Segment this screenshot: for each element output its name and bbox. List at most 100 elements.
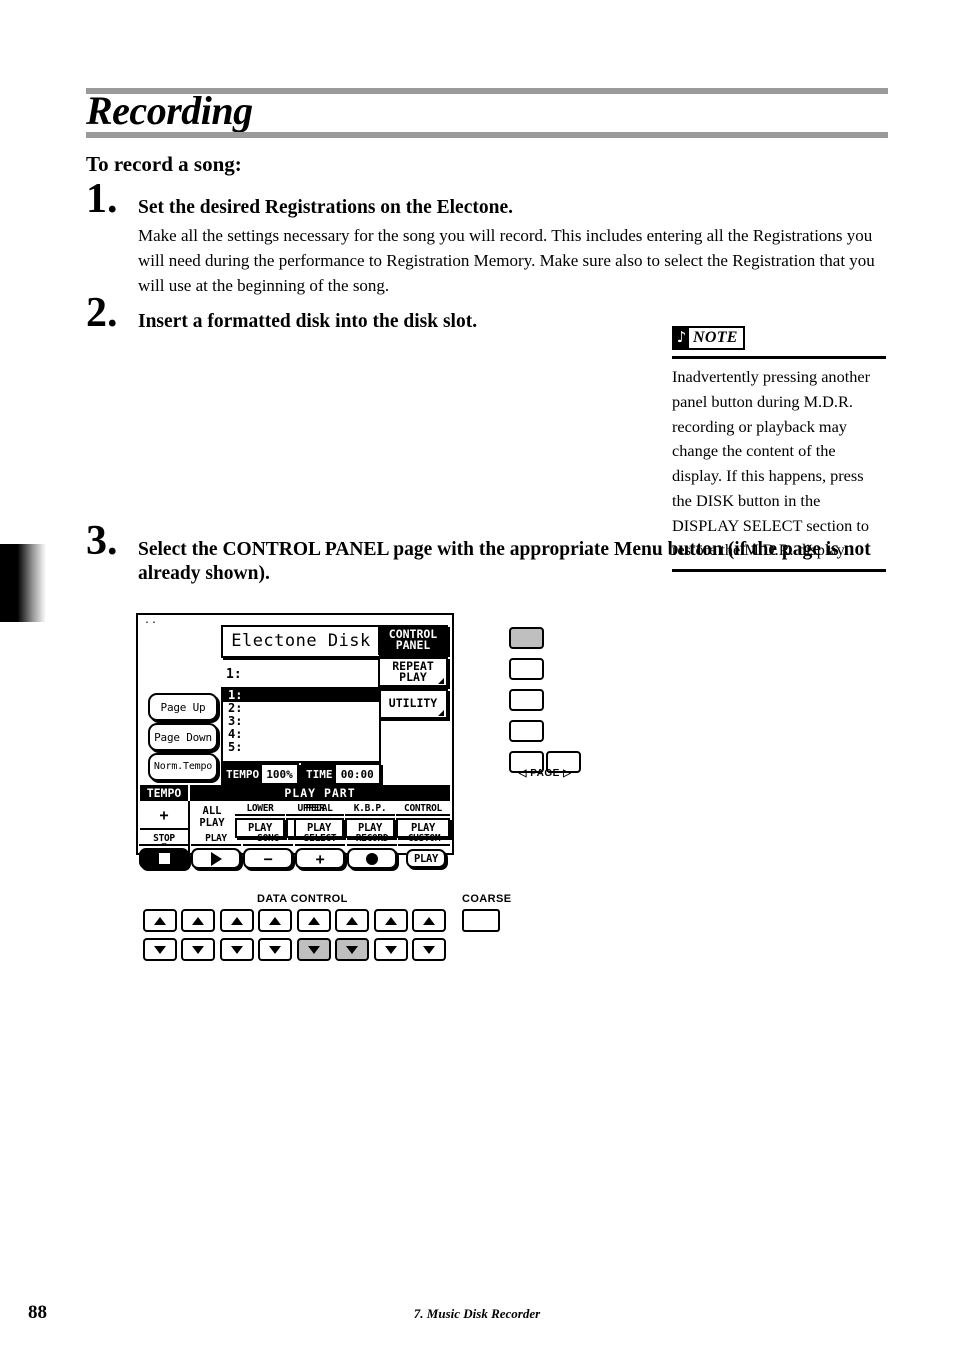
data-control-up-8[interactable] [412, 909, 446, 932]
data-control-label: DATA CONTROL [257, 893, 348, 905]
panel-menu-button-3[interactable] [509, 689, 544, 711]
title-rule-bottom [86, 132, 888, 138]
lcd-transport-custom-play[interactable]: PLAY [406, 849, 446, 868]
triangle-down-icon [192, 945, 204, 954]
lcd-tempo-meter: TEMPO 100% [221, 763, 299, 785]
lcd-song-list[interactable]: 1: 2: 3: 4: 5: [221, 687, 381, 763]
lcd-section-bar: TEMPO PLAY PART [140, 785, 450, 801]
lcd-transport-stop-caption: STOP [139, 833, 189, 846]
step-3: 3. Select the CONTROL PANEL page with th… [86, 520, 886, 587]
lcd-menu-utility-label: UTILITY [388, 696, 438, 711]
step-1-text: Make all the settings necessary for the … [138, 226, 875, 295]
data-control-up-7[interactable] [374, 909, 408, 932]
corner-fold-icon [438, 710, 444, 716]
triangle-down-icon [346, 945, 358, 954]
data-control-down-1[interactable] [143, 938, 177, 961]
note-tag: ♪ NOTE [672, 326, 745, 350]
triangle-left-icon: ◁ [518, 768, 527, 779]
lcd-song-list-item[interactable]: 3: [223, 715, 379, 728]
triangle-down-icon [154, 945, 166, 954]
panel-menu-button-1[interactable] [509, 627, 544, 649]
data-control-up-1[interactable] [143, 909, 177, 932]
lcd-button-page-down[interactable]: Page Down [148, 723, 218, 751]
section-subheading: To record a song: [86, 152, 242, 176]
lcd-transport-custom[interactable]: CUSTOM PLAY [398, 833, 450, 868]
lcd-transport-stop[interactable]: STOP [139, 833, 189, 869]
lcd-transport-stop-button[interactable] [139, 848, 189, 869]
data-control-down-3[interactable] [220, 938, 254, 961]
triangle-up-icon [269, 916, 281, 925]
lcd-time-meter: TIME 00:00 [301, 763, 381, 785]
lcd-menu-utility[interactable]: UTILITY [378, 689, 448, 719]
panel-page-label-row: ◁ PAGE ▷ [511, 768, 579, 779]
plus-icon: + [315, 849, 325, 868]
lcd-current-song-label: 1: [226, 667, 242, 682]
lcd-song-plus-button[interactable]: + [295, 848, 345, 869]
lcd-song-minus[interactable]: SONG − [243, 833, 293, 869]
data-control-down-2[interactable] [181, 938, 215, 961]
minus-icon: − [263, 849, 273, 868]
data-control-up-3[interactable] [220, 909, 254, 932]
data-control-down-4[interactable] [258, 938, 292, 961]
data-control-up-4[interactable] [258, 909, 292, 932]
step-3-number: 3. [86, 518, 118, 564]
lcd-menu-control-panel[interactable]: CONTROL PANEL [378, 625, 448, 655]
lcd-part-all-play[interactable]: ALL PLAY [190, 805, 234, 829]
triangle-up-icon [308, 916, 320, 925]
lcd-part-pedal-caption: PEDAL [294, 803, 344, 816]
lcd-transport-record[interactable]: RECORD [347, 833, 397, 869]
triangle-down-icon [231, 945, 243, 954]
lcd-menu-repeat-play-line2: PLAY [399, 670, 427, 684]
lcd-song-list-item[interactable]: 4: [223, 728, 379, 741]
data-control-up-2[interactable] [181, 909, 215, 932]
step-2-number: 2. [86, 290, 118, 336]
lcd-button-norm-tempo[interactable]: Norm.Tempo [148, 753, 218, 781]
lcd-song-list-item[interactable]: 1: [223, 689, 379, 702]
triangle-down-icon [308, 945, 320, 954]
triangle-up-icon [423, 916, 435, 925]
lcd-transport-record-caption: RECORD [347, 833, 397, 846]
data-control-down-6[interactable] [335, 938, 369, 961]
triangle-up-icon [154, 916, 166, 925]
lcd-song-list-item[interactable]: 5: [223, 741, 379, 754]
lcd-part-control-caption: CONTROL [396, 803, 450, 816]
corner-fold-icon [438, 646, 444, 652]
triangle-down-icon [423, 945, 435, 954]
step-1: 1. Set the desired Registrations on the … [86, 178, 886, 298]
lcd-transport-play[interactable]: PLAY [191, 833, 241, 869]
lcd-song-minus-button[interactable]: − [243, 848, 293, 869]
note-box: ♪ NOTE Inadvertently pressing another pa… [672, 326, 886, 573]
lcd-song-plus[interactable]: SELECT + [295, 833, 345, 869]
lcd-tempo-plus-button[interactable]: + [140, 801, 188, 830]
lcd-time-meter-value: 00:00 [335, 765, 379, 783]
lcd-disk-title: Electone Disk [221, 625, 381, 658]
data-control-up-6[interactable] [335, 909, 369, 932]
stop-square-icon [158, 853, 170, 864]
lcd-transport-play-caption: PLAY [191, 833, 241, 846]
lcd-button-page-up[interactable]: Page Up [148, 693, 218, 721]
record-dot-icon [366, 852, 378, 865]
data-control-down-8[interactable] [412, 938, 446, 961]
panel-menu-button-2[interactable] [509, 658, 544, 680]
lcd-corner-dots: .. [144, 615, 159, 626]
lcd-transport-record-button[interactable] [347, 848, 397, 869]
panel-menu-button-4[interactable] [509, 720, 544, 742]
footer-text: 7. Music Disk Recorder [413, 1306, 541, 1321]
panel-page-label: PAGE [530, 768, 560, 779]
coarse-button[interactable] [462, 909, 500, 932]
lcd-song-list-item[interactable]: 2: [223, 702, 379, 715]
coarse-label: COARSE [462, 893, 512, 905]
step-1-number: 1. [86, 176, 118, 222]
lcd-menu-control-panel-line2: PANEL [395, 638, 431, 652]
data-control-up-5[interactable] [297, 909, 331, 932]
data-control-down-7[interactable] [374, 938, 408, 961]
lcd-tempo-meter-key: TEMPO [223, 765, 263, 783]
document-page: Recording To record a song: 1. Set the d… [0, 0, 954, 1349]
lcd-transport-play-button[interactable] [191, 848, 241, 869]
page-title: Recording [86, 88, 253, 133]
lcd-menu-repeat-play[interactable]: REPEAT PLAY [378, 657, 448, 687]
music-note-icon: ♪ [674, 328, 689, 348]
data-control-down-5[interactable] [297, 938, 331, 961]
lcd-screen: .. Electone Disk CONTROL PANEL REPEAT PL… [136, 613, 454, 869]
lcd-section-bar-tempo: TEMPO [140, 785, 190, 801]
